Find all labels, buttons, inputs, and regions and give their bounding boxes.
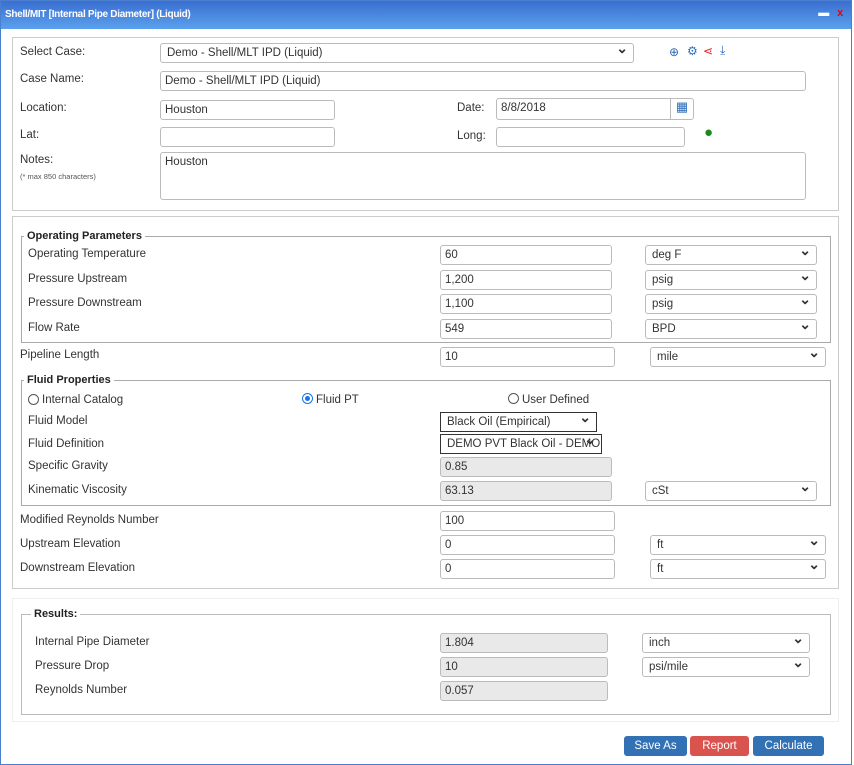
lat-input[interactable] (160, 127, 335, 147)
operating-param-unit-select[interactable]: deg F (645, 245, 817, 265)
date-value: 8/8/2018 (501, 102, 546, 114)
gear-icon[interactable]: ⚙ (687, 45, 698, 57)
notes-hint: (* max 850 characters) (20, 172, 96, 181)
radio-user-defined-label: User Defined (522, 394, 590, 406)
pipeline-length-input[interactable]: 10 (440, 347, 615, 367)
kinematic-viscosity-unit-select[interactable]: cSt (645, 481, 817, 501)
operating-param-unit-select[interactable]: psig (645, 294, 817, 314)
result-unit-select[interactable]: inch (642, 633, 810, 653)
downstream-elevation-label: Downstream Elevation (20, 562, 136, 574)
operating-param-input[interactable]: 1,200 (440, 269, 612, 290)
add-icon[interactable]: ⊕ (669, 46, 679, 58)
notes-label: Notes: (20, 154, 54, 166)
upstream-elevation-label: Upstream Elevation (20, 538, 121, 550)
fluid-properties-legend: Fluid Properties (24, 374, 114, 386)
date-input[interactable]: 8/8/2018 ▦ (496, 98, 694, 120)
save-as-button[interactable]: Save As (624, 736, 687, 756)
modified-reynolds-input[interactable]: 100 (440, 511, 615, 531)
specific-gravity-input: 0.85 (440, 457, 612, 477)
operating-param-input[interactable]: 1,100 (440, 294, 612, 314)
radio-fluid-pt[interactable] (302, 393, 313, 404)
notes-textarea[interactable]: Houston (160, 152, 806, 200)
close-button[interactable]: x (837, 7, 843, 19)
results-legend: Results: (31, 608, 81, 620)
operating-param-input[interactable]: 549 (440, 318, 612, 339)
upstream-elevation-input[interactable]: 0 (440, 535, 615, 555)
upstream-elevation-unit-select[interactable]: ft (650, 535, 826, 555)
case-name-input[interactable]: Demo - Shell/MLT IPD (Liquid) (160, 71, 806, 91)
operating-param-label: Pressure Downstream (28, 297, 142, 309)
minimize-button[interactable]: ▬ (818, 7, 829, 19)
operating-param-unit-select[interactable]: BPD (645, 318, 817, 339)
share-icon[interactable]: ⋖ (703, 45, 713, 57)
select-case-label: Select Case: (20, 46, 86, 58)
calendar-icon[interactable]: ▦ (670, 99, 693, 119)
operating-param-unit-select[interactable]: psig (645, 269, 817, 290)
download-icon[interactable]: ⤓ (720, 44, 725, 56)
long-label: Long: (457, 130, 486, 142)
fluid-definition-select[interactable]: DEMO PVT Black Oil - DEMO (440, 434, 602, 454)
operating-param-label: Pressure Upstream (28, 272, 128, 285)
operating-param-label: Flow Rate (28, 321, 80, 334)
title-bar: Shell/MIT [Internal Pipe Diameter] (Liqu… (1, 1, 851, 29)
result-value: 1.804 (440, 633, 608, 653)
date-label: Date: (457, 102, 485, 114)
operating-param-label: Operating Temperature (28, 248, 147, 260)
kinematic-viscosity-label: Kinematic Viscosity (28, 484, 127, 496)
calculate-button[interactable]: Calculate (753, 736, 824, 756)
radio-internal-catalog[interactable] (28, 394, 39, 405)
result-label: Reynolds Number (35, 684, 128, 696)
kinematic-viscosity-input: 63.13 (440, 481, 612, 501)
report-button[interactable]: Report (690, 736, 749, 756)
pipeline-length-label: Pipeline Length (20, 349, 100, 361)
long-input[interactable] (496, 127, 685, 147)
case-name-label: Case Name: (20, 73, 84, 85)
downstream-elevation-input[interactable]: 0 (440, 559, 615, 579)
specific-gravity-label: Specific Gravity (28, 460, 108, 472)
radio-internal-catalog-label: Internal Catalog (42, 394, 124, 406)
radio-user-defined[interactable] (508, 393, 519, 404)
modified-reynolds-label: Modified Reynolds Number (20, 514, 159, 526)
operating-param-input[interactable]: 60 (440, 245, 612, 265)
fluid-model-label: Fluid Model (28, 415, 88, 427)
radio-fluid-pt-label: Fluid PT (316, 394, 359, 406)
fluid-model-select[interactable]: Black Oil (Empirical) (440, 412, 597, 432)
select-case-dropdown[interactable]: Demo - Shell/MLT IPD (Liquid) (160, 43, 634, 63)
result-label: Pressure Drop (35, 660, 110, 672)
lat-label: Lat: (20, 129, 40, 141)
pipeline-length-unit-select[interactable]: mile (650, 347, 826, 367)
operating-parameters-legend: Operating Parameters (24, 230, 145, 242)
result-unit-select[interactable]: psi/mile (642, 657, 810, 677)
window-title: Shell/MIT [Internal Pipe Diameter] (Liqu… (5, 9, 191, 20)
result-value: 10 (440, 657, 608, 677)
result-label: Internal Pipe Diameter (35, 636, 150, 648)
location-input[interactable]: Houston (160, 100, 335, 120)
dialog-window: Shell/MIT [Internal Pipe Diameter] (Liqu… (0, 0, 852, 765)
downstream-elevation-unit-select[interactable]: ft (650, 559, 826, 579)
result-value: 0.057 (440, 681, 608, 701)
fluid-definition-label: Fluid Definition (28, 438, 105, 450)
location-label: Location: (20, 102, 67, 114)
map-pin-icon[interactable]: ● (704, 125, 713, 140)
